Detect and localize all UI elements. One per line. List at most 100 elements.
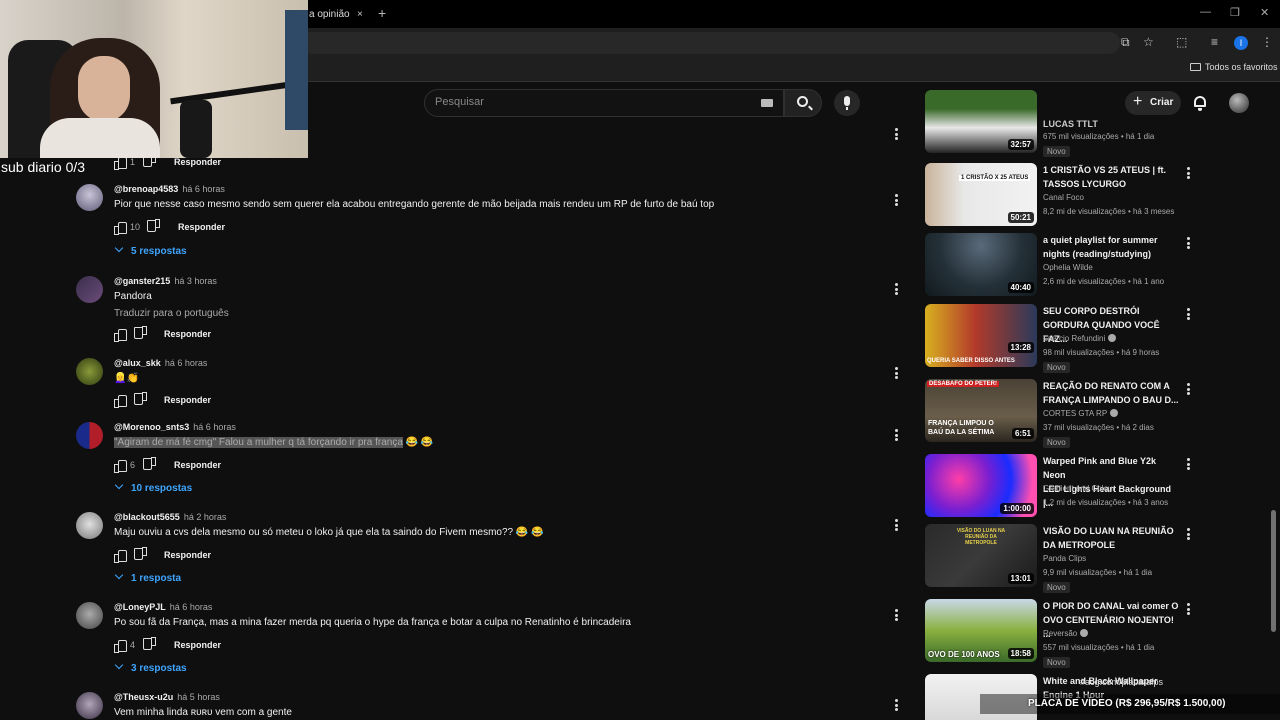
- like-icon[interactable]: [114, 459, 127, 473]
- notifications-bell-icon[interactable]: [1194, 96, 1206, 111]
- video-channel[interactable]: CORTES GTA RP: [1043, 409, 1119, 418]
- recommended-video[interactable]: 1 CRISTÃO X 25 ATEUS 50:21 1 CRISTÃO VS …: [925, 163, 1195, 229]
- comment-author[interactable]: @Morenoo_snts3 há 6 horas: [114, 422, 236, 432]
- scrollbar[interactable]: [1271, 510, 1276, 632]
- comment-menu-icon[interactable]: [895, 194, 898, 206]
- search-input[interactable]: Pesquisar: [424, 89, 784, 117]
- video-menu-icon[interactable]: [1187, 308, 1190, 322]
- view-replies-button[interactable]: 3 respostas: [114, 660, 187, 674]
- avatar[interactable]: [76, 276, 103, 303]
- video-channel[interactable]: Laércio Refundini: [1043, 334, 1117, 343]
- like-icon[interactable]: [114, 639, 127, 653]
- video-channel[interactable]: Canal Foco: [1043, 193, 1084, 202]
- video-title[interactable]: 1 CRISTÃO VS 25 ATEUS | ft. TASSOS LYCURG…: [1043, 163, 1181, 191]
- comment-author[interactable]: @alux_skk há 6 horas: [114, 358, 207, 368]
- comment-menu-icon[interactable]: [895, 429, 898, 441]
- comment-author[interactable]: @blackout5655 há 2 horas: [114, 512, 226, 522]
- reply-button[interactable]: Responder: [174, 157, 221, 167]
- video-thumbnail[interactable]: OVO DE 100 ANOS 18:58: [925, 599, 1037, 662]
- video-channel[interactable]: Gradient and Colour: [1043, 484, 1115, 493]
- comment-author[interactable]: @Theusx-u2u há 5 horas: [114, 692, 220, 702]
- avatar[interactable]: [76, 358, 103, 385]
- reply-button[interactable]: Responder: [164, 395, 211, 405]
- recommended-video[interactable]: 32:57 LUCAS TTLT 675 mil visualizações •…: [925, 90, 1195, 157]
- avatar[interactable]: [76, 422, 103, 449]
- search-button[interactable]: [784, 89, 822, 117]
- video-menu-icon[interactable]: [1187, 237, 1190, 251]
- dislike-icon[interactable]: [144, 459, 156, 471]
- comment-menu-icon[interactable]: [895, 609, 898, 621]
- like-icon[interactable]: [114, 328, 127, 342]
- recommended-video[interactable]: QUERIA SABER DISSO ANTES 13:28 SEU CORPO…: [925, 304, 1195, 373]
- avatar[interactable]: [76, 692, 103, 719]
- tab-close-icon[interactable]: ×: [357, 3, 363, 27]
- recommended-video[interactable]: 40:40 a quiet playlist for summer nights …: [925, 233, 1195, 299]
- view-replies-button[interactable]: 10 respostas: [114, 480, 192, 494]
- chrome-menu-icon[interactable]: ⋮: [1261, 35, 1273, 49]
- like-icon[interactable]: [114, 221, 127, 235]
- extensions-icon[interactable]: ⬚: [1176, 35, 1187, 49]
- browser-tab[interactable]: a opinião ×: [300, 2, 370, 28]
- video-thumbnail[interactable]: 1 CRISTÃO X 25 ATEUS 50:21: [925, 163, 1037, 226]
- reply-button[interactable]: Responder: [174, 460, 221, 470]
- view-replies-button[interactable]: 5 respostas: [114, 243, 187, 257]
- restore-icon[interactable]: ❐: [1230, 6, 1240, 19]
- comment-menu-icon[interactable]: [895, 128, 898, 140]
- video-title[interactable]: LUCAS TTLT: [1043, 117, 1181, 131]
- dislike-icon[interactable]: [144, 639, 156, 651]
- voice-search-button[interactable]: [834, 90, 860, 116]
- video-channel[interactable]: Panda Clips: [1043, 554, 1086, 563]
- video-thumbnail[interactable]: 1:00:00: [925, 454, 1037, 517]
- recommended-video[interactable]: DESABAFO DO PETER! FRANÇA LIMPOU O BAÚ D…: [925, 379, 1195, 448]
- media-icon[interactable]: ≡: [1211, 35, 1218, 49]
- video-channel[interactable]: Ophelia Wilde: [1043, 263, 1093, 272]
- video-menu-icon[interactable]: [1187, 383, 1190, 397]
- window-close-icon[interactable]: ✕: [1260, 6, 1269, 19]
- like-icon[interactable]: [114, 394, 127, 408]
- video-menu-icon[interactable]: [1187, 603, 1190, 617]
- avatar[interactable]: [76, 602, 103, 629]
- comment-author[interactable]: @ganster215 há 3 horas: [114, 276, 217, 286]
- video-channel[interactable]: Reversão: [1043, 629, 1089, 638]
- recommended-video[interactable]: OVO DE 100 ANOS 18:58 O PIOR DO CANAL va…: [925, 599, 1195, 668]
- video-menu-icon[interactable]: [1187, 528, 1190, 542]
- profile-icon[interactable]: I: [1234, 36, 1248, 50]
- translate-link[interactable]: Traduzir para o português: [114, 308, 229, 319]
- reply-button[interactable]: Responder: [178, 222, 225, 232]
- video-title[interactable]: REAÇÃO DO RENATO COM A FRANÇA LIMPANDO O …: [1043, 379, 1181, 407]
- address-bar[interactable]: [300, 32, 1120, 54]
- like-icon[interactable]: [114, 549, 127, 563]
- video-thumbnail[interactable]: VISÃO DO LUAN NA REUNIÃO DA METROPOLE 13…: [925, 524, 1037, 587]
- recommended-video[interactable]: 1:00:00 Warped Pink and Blue Y2k Neon LED…: [925, 454, 1195, 520]
- reply-button[interactable]: Responder: [174, 640, 221, 650]
- new-tab-button[interactable]: +: [378, 5, 386, 21]
- bookmarks-folder[interactable]: Todos os favoritos: [1190, 62, 1278, 72]
- video-thumbnail[interactable]: 32:57: [925, 90, 1037, 153]
- recommended-video[interactable]: VISÃO DO LUAN NA REUNIÃO DA METROPOLE 13…: [925, 524, 1195, 593]
- view-replies-button[interactable]: 1 resposta: [114, 570, 181, 584]
- dislike-icon[interactable]: [135, 328, 147, 340]
- video-thumbnail[interactable]: DESABAFO DO PETER! FRANÇA LIMPOU O BAÚ D…: [925, 379, 1037, 442]
- comment-author[interactable]: @brenoap4583 há 6 horas: [114, 184, 225, 194]
- dislike-icon[interactable]: [148, 221, 160, 233]
- cast-icon[interactable]: ⧉: [1121, 35, 1130, 50]
- reply-button[interactable]: Responder: [164, 550, 211, 560]
- video-title[interactable]: a quiet playlist for summer nights (readi…: [1043, 233, 1181, 261]
- comment-menu-icon[interactable]: [895, 519, 898, 531]
- reply-button[interactable]: Responder: [164, 329, 211, 339]
- dislike-icon[interactable]: [135, 394, 147, 406]
- avatar[interactable]: [76, 184, 103, 211]
- avatar[interactable]: [76, 512, 103, 539]
- minimize-icon[interactable]: —: [1200, 6, 1211, 18]
- video-menu-icon[interactable]: [1187, 458, 1190, 472]
- account-avatar[interactable]: [1229, 93, 1249, 113]
- video-title[interactable]: VISÃO DO LUAN NA REUNIÃO DA METROPOLE: [1043, 524, 1181, 552]
- comment-menu-icon[interactable]: [895, 367, 898, 379]
- video-thumbnail[interactable]: 40:40: [925, 233, 1037, 296]
- video-thumbnail[interactable]: QUERIA SABER DISSO ANTES 13:28: [925, 304, 1037, 367]
- keyboard-icon[interactable]: [761, 99, 773, 107]
- comment-author[interactable]: @LoneyPJL há 6 horas: [114, 602, 212, 612]
- comment-menu-icon[interactable]: [895, 699, 898, 711]
- comment-menu-icon[interactable]: [895, 283, 898, 295]
- dislike-icon[interactable]: [135, 549, 147, 561]
